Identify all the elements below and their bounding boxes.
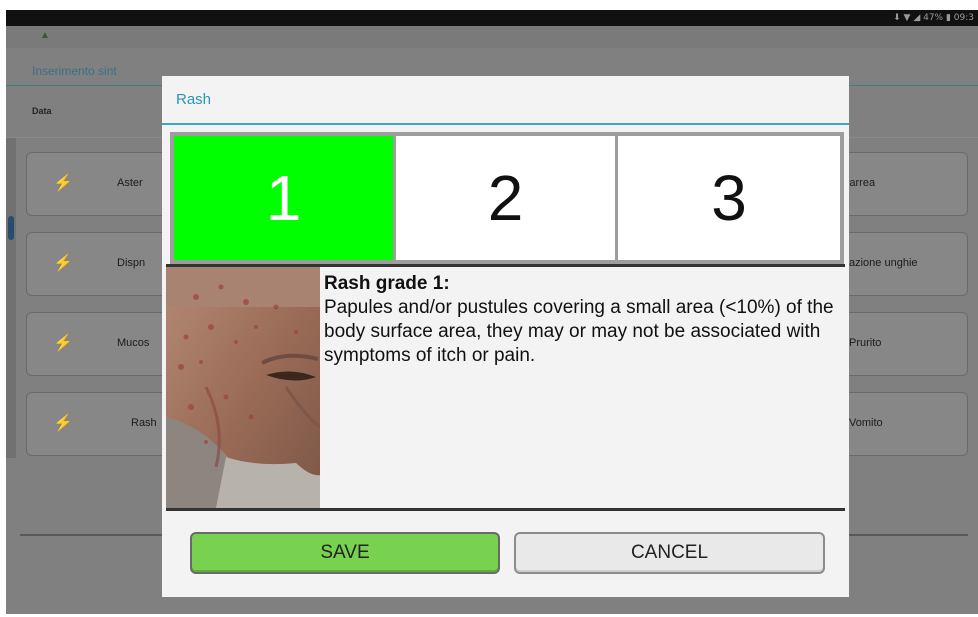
side-panel: [6, 138, 16, 458]
side-handle[interactable]: [8, 216, 14, 240]
grade-button-3[interactable]: 3: [618, 136, 840, 260]
grade-description: Rash grade 1: Papules and/or pustules co…: [324, 272, 844, 368]
grade-description-panel: Rash grade 1: Papules and/or pustules co…: [166, 264, 845, 511]
symptom-label: Rash: [131, 417, 157, 429]
screen: ⬇ ▼ ◢ 47% ▮ 09:3 ▲ Inserimento sint Data…: [6, 10, 978, 614]
symptom-label: azione unghie: [849, 257, 918, 269]
grade-selector: 1 2 3: [170, 132, 844, 264]
cancel-button[interactable]: CANCEL: [514, 532, 825, 574]
symptom-label: Prurito: [849, 337, 882, 349]
description-title: Rash grade 1:: [324, 273, 450, 294]
lightning-icon: ⚡: [53, 415, 73, 432]
rash-grade-dialog: Rash 1 2 3 Rash grade 1: Papules and/or …: [162, 76, 849, 597]
symptom-label: Mucos: [117, 337, 150, 349]
save-button[interactable]: SAVE: [190, 532, 500, 574]
symptom-label: Vomito: [849, 417, 883, 429]
symptom-label: Aster: [117, 177, 143, 189]
rash-face-image: [166, 267, 320, 508]
description-text: Papules and/or pustules covering a small…: [324, 297, 834, 366]
grade-button-1[interactable]: 1: [174, 136, 393, 260]
background-title: Inserimento sint: [32, 64, 117, 78]
status-bar: ⬇ ▼ ◢ 47% ▮ 09:3: [6, 10, 978, 26]
dialog-header: Rash: [162, 76, 849, 125]
symptom-label: Dispn: [117, 257, 146, 269]
lightning-icon: ⚡: [53, 335, 73, 352]
grade-button-2[interactable]: 2: [396, 136, 615, 260]
lightning-icon: ⚡: [53, 175, 73, 192]
app-bar: ▲: [6, 26, 978, 48]
app-logo-icon: ▲: [40, 30, 50, 41]
rash-photo: [166, 267, 320, 508]
lightning-icon: ⚡: [53, 255, 73, 272]
dialog-title: Rash: [176, 91, 212, 108]
column-label: Data: [32, 106, 52, 116]
